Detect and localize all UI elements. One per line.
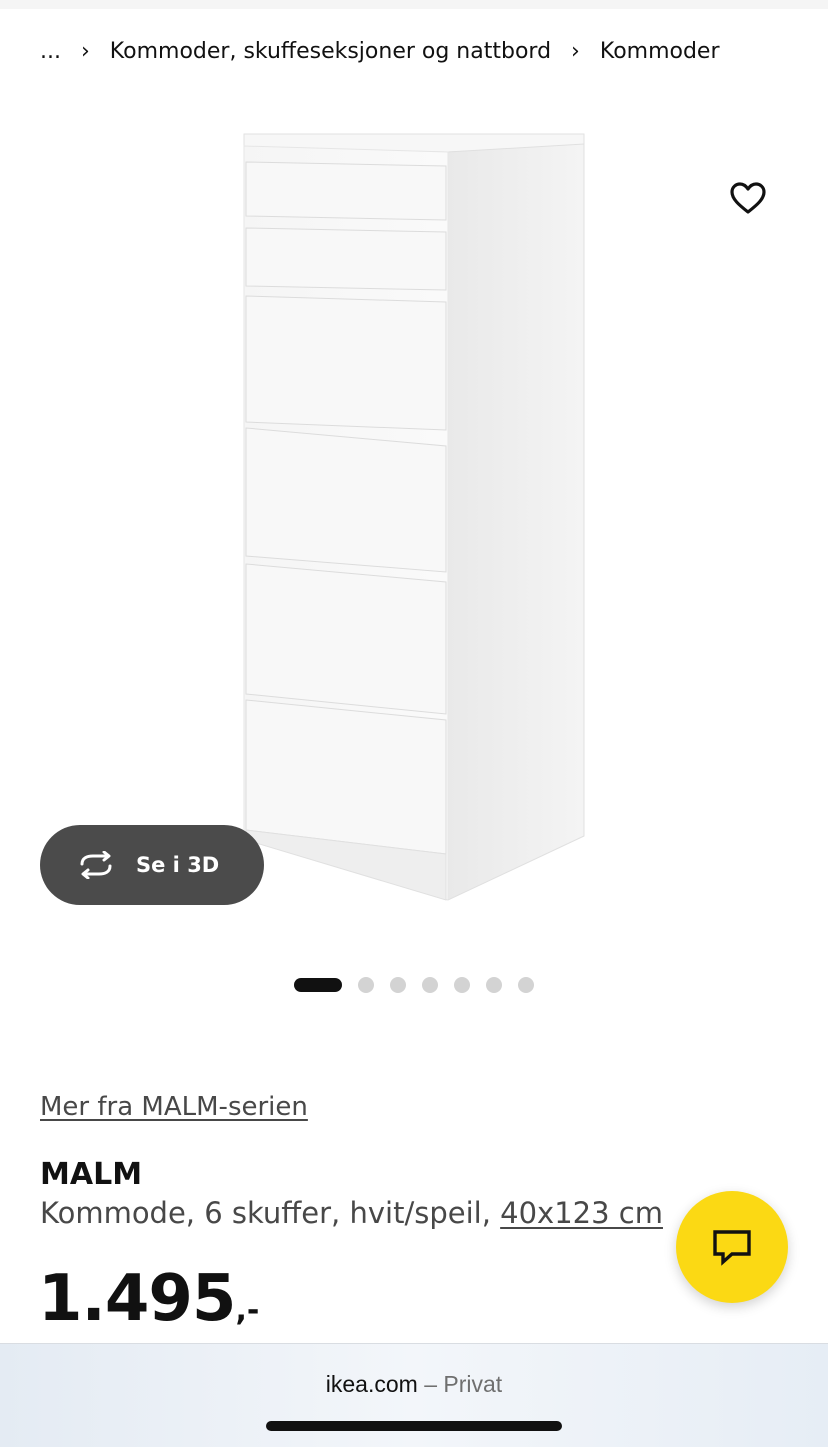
breadcrumb-item-category[interactable]: Kommoder, skuffeseksjoner og nattbord	[110, 39, 551, 64]
browser-address-bar[interactable]: ikea.com – Privat	[0, 1343, 828, 1447]
view-in-3d-label: Se i 3D	[136, 853, 220, 877]
status-strip	[0, 0, 828, 9]
breadcrumb-item-current[interactable]: Kommoder	[600, 39, 720, 64]
series-link[interactable]: Mer fra MALM-serien	[40, 1092, 308, 1122]
breadcrumb: ... › Kommoder, skuffeseksjoner og nattb…	[40, 36, 720, 66]
pagination-dot[interactable]	[518, 977, 534, 993]
pagination-dot[interactable]	[422, 977, 438, 993]
favorite-button[interactable]	[722, 172, 774, 224]
url-display[interactable]: ikea.com – Privat	[0, 1371, 828, 1398]
pagination-dot-active[interactable]	[294, 978, 342, 992]
chat-button[interactable]	[676, 1191, 788, 1303]
product-description-text: Kommode, 6 skuffer, hvit/speil,	[40, 1196, 491, 1230]
pagination-dot[interactable]	[358, 977, 374, 993]
product-dimensions-link[interactable]: 40x123 cm	[500, 1196, 663, 1230]
gallery-pagination	[294, 977, 550, 993]
product-description: Kommode, 6 skuffer, hvit/speil, 40x123 c…	[40, 1196, 663, 1230]
home-indicator[interactable]	[266, 1421, 562, 1431]
url-domain: ikea.com	[325, 1371, 418, 1397]
chevron-right-icon: ›	[571, 38, 580, 64]
pagination-dot[interactable]	[390, 977, 406, 993]
breadcrumb-ellipsis[interactable]: ...	[40, 39, 61, 64]
pagination-dot[interactable]	[454, 977, 470, 993]
price-amount: 1.495	[38, 1262, 236, 1336]
chevron-right-icon: ›	[80, 38, 90, 64]
view-in-3d-button[interactable]: Se i 3D	[40, 825, 264, 905]
product-name: MALM	[40, 1157, 143, 1192]
rotate-arrows-icon	[80, 851, 112, 879]
price-suffix: ,-	[235, 1293, 260, 1328]
heart-outline-icon	[730, 182, 766, 214]
private-mode-label: – Privat	[424, 1371, 503, 1397]
pagination-dot[interactable]	[486, 977, 502, 993]
product-price: 1.495 ,-	[38, 1262, 259, 1336]
chat-bubble-icon	[713, 1230, 751, 1266]
